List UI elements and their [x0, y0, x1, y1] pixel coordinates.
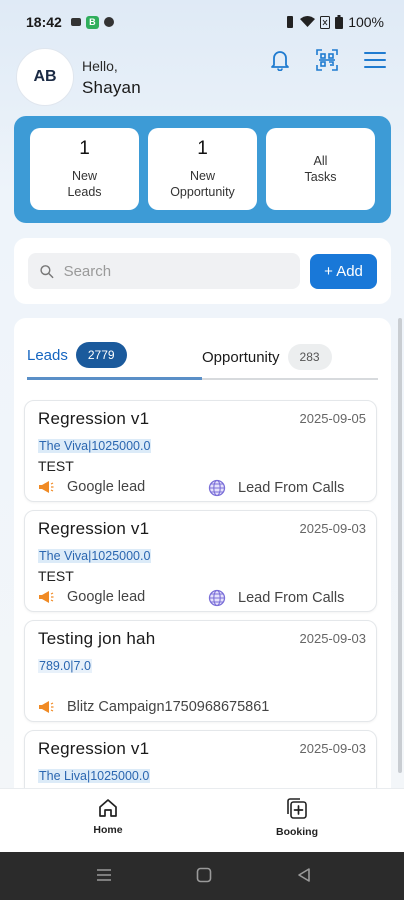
- stat-label: New Leads: [67, 169, 102, 199]
- lead-card[interactable]: Regression v1 2025-09-03 The Viva|102500…: [24, 510, 377, 612]
- qr-scan-icon[interactable]: [315, 48, 339, 72]
- stat-label: All Tasks: [304, 154, 337, 184]
- stat-value: 1: [197, 138, 208, 159]
- battery-percent: 100%: [348, 14, 384, 30]
- lead-source: Blitz Campaign1750968675861: [38, 699, 269, 715]
- lead-channel: Lead From Calls: [208, 589, 344, 607]
- lead-date: 2025-09-05: [299, 411, 367, 426]
- menu-icon[interactable]: [363, 48, 387, 72]
- stat-label: New Opportunity: [170, 169, 235, 199]
- megaphone-icon: [39, 481, 54, 493]
- lead-card[interactable]: Regression v1 2025-09-05 The Viva|102500…: [24, 400, 377, 502]
- add-button[interactable]: + Add: [310, 253, 377, 289]
- home-system-icon[interactable]: [196, 867, 212, 883]
- tab-leads-label: Leads: [27, 346, 68, 364]
- lead-channel-label: Lead From Calls: [238, 480, 345, 496]
- search-input[interactable]: [63, 262, 288, 280]
- stats-panel: 1 New Leads 1 New Opportunity All Tasks: [14, 116, 391, 223]
- lead-title: Testing jon hah: [38, 629, 156, 648]
- battery-icon: [335, 15, 344, 29]
- lead-channel-label: Lead From Calls: [238, 590, 345, 606]
- tabs-bar: Leads 2779 Opportunity 283: [14, 318, 391, 380]
- lead-title: Regression v1: [38, 519, 150, 538]
- notification-icons: B: [70, 15, 115, 29]
- lead-note: TEST: [38, 458, 74, 474]
- tab-leads[interactable]: Leads 2779: [27, 342, 127, 368]
- lead-card[interactable]: Testing jon hah 2025-09-03 789.0|7.0 Bli…: [24, 620, 377, 722]
- status-bar: 18:42 B 100%: [0, 0, 404, 44]
- status-time: 18:42: [26, 14, 62, 30]
- lead-title: Regression v1: [38, 739, 150, 758]
- system-nav-bar: [0, 852, 404, 900]
- lead-source: Google lead: [38, 589, 145, 605]
- lead-note: TEST: [38, 568, 74, 584]
- nav-booking[interactable]: Booking: [252, 797, 342, 838]
- sim-icon: [320, 15, 331, 29]
- lead-project: The Liva|1025000.0: [38, 769, 151, 783]
- whatsapp-business-icon: B: [85, 15, 99, 29]
- megaphone-icon: [39, 591, 54, 603]
- booking-icon: [287, 798, 307, 819]
- globe-icon: [208, 589, 226, 607]
- greeting-text: Hello,: [82, 58, 118, 74]
- nav-home[interactable]: Home: [63, 797, 153, 836]
- stat-card-all-tasks[interactable]: All Tasks: [266, 128, 375, 210]
- lead-date: 2025-09-03: [299, 741, 367, 756]
- stat-value: 1: [79, 138, 90, 159]
- lead-source-label: Google lead: [67, 479, 146, 495]
- lead-project: The Viva|1025000.0: [38, 439, 152, 453]
- wifi-icon: [300, 16, 316, 27]
- nav-home-label: Home: [93, 824, 123, 836]
- user-name: Shayan: [82, 78, 141, 97]
- app-header: AB Hello, Shayan: [0, 44, 404, 110]
- lead-source: Google lead: [38, 479, 145, 495]
- opportunity-count-badge: 283: [287, 344, 332, 370]
- lead-title: Regression v1: [38, 409, 150, 428]
- lead-source-label: Blitz Campaign1750968675861: [67, 699, 270, 715]
- megaphone-icon: [39, 701, 54, 713]
- lead-project: The Viva|1025000.0: [38, 549, 152, 563]
- lead-date: 2025-09-03: [299, 521, 367, 536]
- bell-icon[interactable]: [268, 48, 292, 72]
- lead-date: 2025-09-03: [299, 631, 367, 646]
- back-icon[interactable]: [296, 867, 312, 883]
- tiktok-icon: [103, 17, 114, 27]
- teams-icon: [70, 18, 81, 26]
- lead-project: 789.0|7.0: [38, 659, 92, 673]
- tab-opportunity-label: Opportunity: [202, 348, 280, 366]
- scrollbar[interactable]: [398, 318, 402, 773]
- lead-channel: Lead From Calls: [208, 479, 344, 497]
- bottom-nav: Home Booking: [0, 788, 404, 852]
- search-section: + Add: [14, 238, 391, 304]
- status-right: 100%: [285, 14, 384, 30]
- search-box[interactable]: [28, 253, 300, 289]
- stat-card-new-opportunity[interactable]: 1 New Opportunity: [148, 128, 257, 210]
- tab-active-indicator: [27, 377, 202, 380]
- nav-booking-label: Booking: [276, 826, 318, 838]
- stat-card-new-leads[interactable]: 1 New Leads: [30, 128, 139, 210]
- avatar[interactable]: AB: [16, 48, 74, 106]
- recents-icon[interactable]: [96, 867, 112, 883]
- lead-source-label: Google lead: [67, 589, 146, 605]
- vibrate-icon: [287, 16, 294, 28]
- globe-icon: [208, 479, 226, 497]
- search-icon: [40, 264, 54, 278]
- leads-list-section: Leads 2779 Opportunity 283 Regression v1…: [14, 318, 391, 798]
- leads-count-badge: 2779: [75, 342, 127, 368]
- home-icon: [99, 799, 117, 817]
- tab-opportunity[interactable]: Opportunity 283: [202, 344, 332, 370]
